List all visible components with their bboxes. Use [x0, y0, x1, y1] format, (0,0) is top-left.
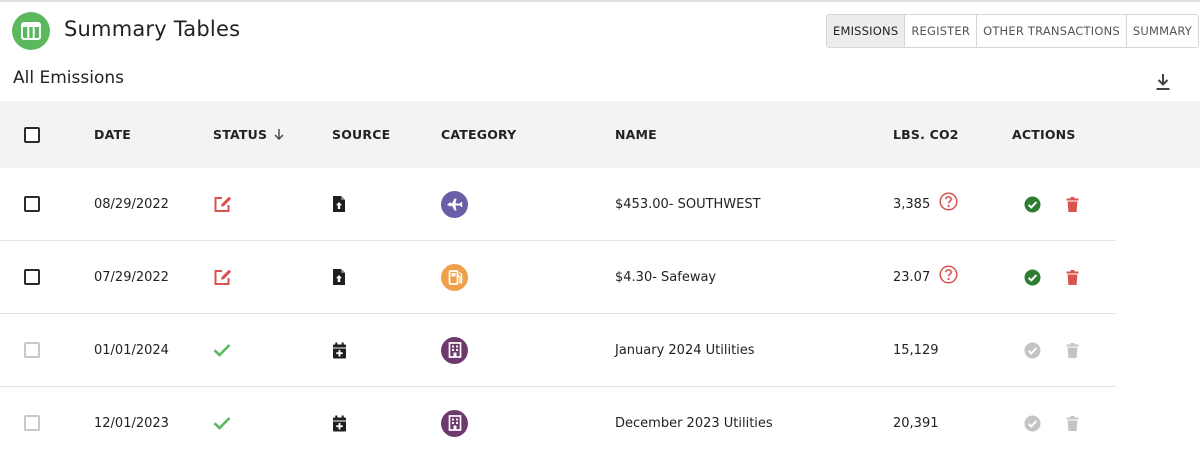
- calendar-add-icon: [333, 342, 346, 358]
- tab-register[interactable]: REGISTER: [905, 15, 978, 47]
- row-date: 08/29/2022: [94, 196, 169, 212]
- delete-trash-icon: [1066, 342, 1079, 358]
- page-title: Summary Tables: [64, 17, 241, 41]
- section-title: All Emissions: [13, 68, 124, 88]
- row-checkbox: [24, 415, 40, 431]
- delete-trash-icon[interactable]: [1066, 269, 1079, 285]
- checkmark-icon: [213, 344, 231, 357]
- file-upload-icon: [333, 269, 345, 285]
- delete-trash-icon: [1066, 415, 1079, 431]
- row-name: $4.30- Safeway: [615, 269, 717, 285]
- delete-trash-icon[interactable]: [1066, 196, 1079, 212]
- row-checkbox[interactable]: [24, 269, 40, 285]
- tab-emissions[interactable]: EMISSIONS: [827, 15, 906, 47]
- row-lbs-co2: 23.07: [893, 269, 931, 285]
- approve-check-circle-icon[interactable]: [1024, 269, 1041, 286]
- column-date[interactable]: DATE: [94, 101, 131, 168]
- table-row: 01/01/2024 January 2024 Utilities 15,129: [0, 314, 1116, 387]
- row-checkbox[interactable]: [24, 196, 40, 212]
- gas-pump-icon: [441, 263, 468, 291]
- row-lbs-co2: 20,391: [893, 415, 939, 431]
- column-source[interactable]: SOURCE: [332, 101, 390, 168]
- approve-check-circle-icon: [1024, 415, 1041, 431]
- approve-check-circle-icon[interactable]: [1024, 196, 1041, 213]
- approve-check-circle-icon: [1024, 342, 1041, 358]
- table-row: 08/29/2022 $453.00- SOUTHWEST 3,385: [0, 168, 1116, 241]
- view-tabs: EMISSIONS REGISTER OTHER TRANSACTIONS SU…: [826, 14, 1200, 48]
- download-icon: [1156, 74, 1170, 90]
- building-icon: [441, 409, 468, 437]
- column-name[interactable]: NAME: [615, 101, 657, 168]
- calendar-add-icon: [333, 415, 346, 431]
- help-circle-icon[interactable]: [939, 191, 958, 211]
- airplane-icon: [441, 190, 468, 218]
- checkmark-icon: [213, 417, 231, 430]
- building-icon: [441, 336, 468, 364]
- help-circle-icon[interactable]: [939, 264, 958, 284]
- table-row: 12/01/2023 December 2023 Utilities 20,39…: [0, 387, 1116, 455]
- column-status[interactable]: STATUS: [213, 101, 285, 168]
- column-status-label: STATUS: [213, 127, 268, 142]
- tab-other-transactions[interactable]: OTHER TRANSACTIONS: [977, 15, 1127, 47]
- file-upload-icon: [333, 196, 345, 212]
- row-lbs-co2: 3,385: [893, 196, 931, 212]
- table-icon: [12, 12, 50, 50]
- column-category[interactable]: CATEGORY: [441, 101, 516, 168]
- sort-arrow-down-icon: [274, 129, 284, 140]
- row-checkbox: [24, 342, 40, 358]
- row-lbs-co2: 15,129: [893, 342, 939, 358]
- tab-summary[interactable]: SUMMARY: [1126, 15, 1199, 47]
- table-header: DATE STATUS SOURCE CATEGORY NAME LBS. CO…: [0, 101, 1200, 168]
- column-lbs-co2[interactable]: LBS. CO2: [893, 101, 959, 168]
- column-actions: ACTIONS: [1012, 127, 1076, 142]
- row-date: 01/01/2024: [94, 342, 169, 358]
- table-row: 07/29/2022 $4.30- Safeway 23.07: [0, 241, 1116, 314]
- page-header: Summary Tables EMISSIONS REGISTER OTHER …: [0, 0, 1200, 60]
- row-name: January 2024 Utilities: [615, 342, 755, 358]
- select-all-checkbox[interactable]: [24, 126, 40, 143]
- row-name: December 2023 Utilities: [615, 415, 773, 431]
- row-date: 07/29/2022: [94, 269, 169, 285]
- row-date: 12/01/2023: [94, 415, 169, 431]
- row-name: $453.00- SOUTHWEST: [615, 196, 761, 212]
- emissions-table: DATE STATUS SOURCE CATEGORY NAME LBS. CO…: [0, 101, 1200, 455]
- download-button[interactable]: [1153, 71, 1173, 93]
- edit-icon[interactable]: [213, 195, 233, 213]
- edit-icon[interactable]: [213, 268, 233, 286]
